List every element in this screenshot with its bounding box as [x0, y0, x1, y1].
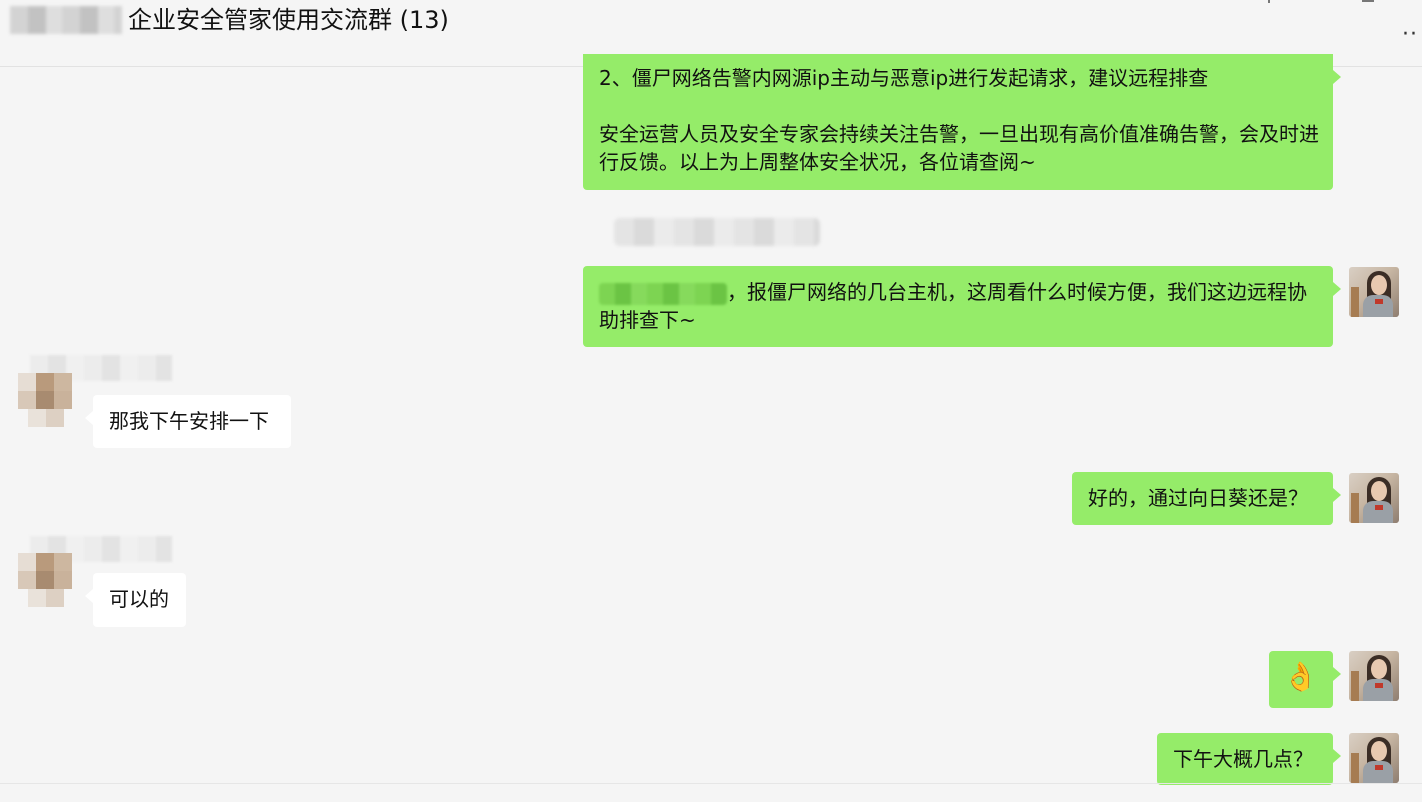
input-area-divider: [0, 783, 1422, 784]
system-notice-blurred: [614, 218, 820, 246]
contact-avatar[interactable]: [10, 355, 82, 427]
chat-title: 企业安全管家使用交流群 (13): [128, 6, 449, 34]
message-text: 2、僵尸网络告警内网源ip主动与恶意ip进行发起请求，建议远程排查: [599, 66, 1209, 90]
message-bubble-other[interactable]: 那我下午安排一下: [85, 395, 291, 448]
message-text: 下午大概几点？: [1173, 747, 1313, 771]
minimize-icon[interactable]: [1268, 0, 1270, 3]
mention-blurred: [599, 282, 727, 305]
maximize-icon[interactable]: [1362, 0, 1374, 2]
message-text: 那我下午安排一下: [109, 409, 269, 433]
ok-hand-emoji: 👌: [1283, 660, 1318, 693]
message-bubble-mine[interactable]: ，报僵尸网络的几台主机，这周看什么时候方便，我们这边远程协助排查下~: [583, 266, 1341, 347]
my-avatar[interactable]: [1349, 473, 1399, 523]
message-bubble-mine[interactable]: 👌: [1269, 651, 1341, 708]
message-bubble-mine[interactable]: 2、僵尸网络告警内网源ip主动与恶意ip进行发起请求，建议远程排查 安全运营人员…: [583, 54, 1341, 190]
group-avatar-blurred: [10, 6, 122, 34]
message-text: 可以的: [109, 587, 169, 611]
my-avatar[interactable]: [1349, 733, 1399, 783]
contact-avatar[interactable]: [10, 535, 82, 607]
my-avatar[interactable]: [1349, 267, 1399, 317]
message-text: 好的，通过向日葵还是？: [1088, 486, 1308, 510]
message-bubble-mine[interactable]: 下午大概几点？: [1157, 733, 1341, 785]
message-bubble-mine[interactable]: 好的，通过向日葵还是？: [1072, 472, 1341, 525]
message-bubble-other[interactable]: 可以的: [85, 573, 186, 627]
message-text: 安全运营人员及安全专家会持续关注告警，一旦出现有高价值准确告警，会及时进行反馈。…: [599, 122, 1319, 174]
my-avatar[interactable]: [1349, 651, 1399, 701]
more-dots-icon[interactable]: ··: [1402, 22, 1418, 47]
